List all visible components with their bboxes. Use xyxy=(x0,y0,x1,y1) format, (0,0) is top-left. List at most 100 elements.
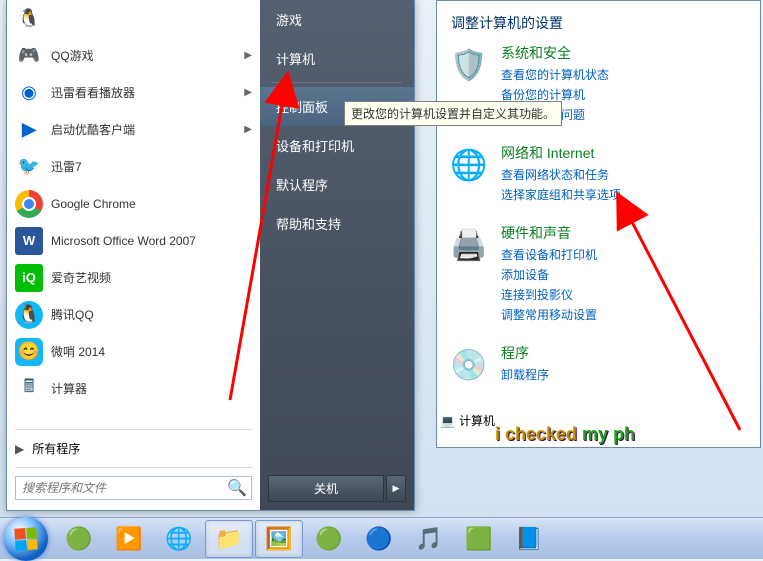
shutdown-row: 关机 ▶ xyxy=(260,467,414,510)
cp-link[interactable]: 卸载程序 xyxy=(501,365,750,385)
taskbar-item-explorer[interactable]: 📁 xyxy=(205,520,253,558)
submenu-arrow-icon: ▶ xyxy=(244,87,252,98)
search-row: 🔍 xyxy=(7,470,260,510)
app-label: Google Chrome xyxy=(51,197,252,211)
app-item-tencent-qq[interactable]: 🐧 腾讯QQ xyxy=(7,296,260,333)
cp-cat-text: 硬件和声音 查看设备和打印机 添加设备 连接到投影仪 调整常用移动设置 xyxy=(501,223,750,325)
divider xyxy=(15,429,252,430)
computer-icon: 💻 xyxy=(440,414,455,428)
word-icon: W xyxy=(15,227,43,255)
shield-icon: 🛡️ xyxy=(447,43,491,87)
triangle-icon: ▶ xyxy=(15,442,24,456)
app-item-word[interactable]: W Microsoft Office Word 2007 xyxy=(7,222,260,259)
taskbar-item-browser[interactable]: 🟢 xyxy=(305,520,353,558)
right-item-devices-printers[interactable]: 设备和打印机 xyxy=(260,126,414,165)
programs-icon: 💿 xyxy=(447,343,491,387)
taskbar-item-kugou[interactable]: 🎵 xyxy=(405,520,453,558)
cp-category-hardware-sound: 🖨️ 硬件和声音 查看设备和打印机 添加设备 连接到投影仪 调整常用移动设置 xyxy=(447,223,750,325)
xunlei7-icon: 🐦 xyxy=(15,153,43,181)
app-label: 迅雷看看播放器 xyxy=(51,84,244,101)
taskbar-item-app[interactable]: 📘 xyxy=(505,520,553,558)
separator xyxy=(272,82,402,83)
search-input[interactable] xyxy=(16,477,223,499)
taskbar-item-ie[interactable]: 🌐 xyxy=(155,520,203,558)
subtitle-overlay: i checked my ph xyxy=(495,424,635,445)
start-menu-left-pane: 🐧 🎮QQ游戏▶ ◉迅雷看看播放器▶ ▶启动优酷客户端▶ 🐦迅雷7 Google… xyxy=(7,0,260,510)
right-item-games[interactable]: 游戏 xyxy=(260,0,414,39)
app-label: QQ游戏 xyxy=(51,47,244,64)
cp-link[interactable]: 连接到投影仪 xyxy=(501,285,750,305)
app-label: 启动优酷客户端 xyxy=(51,121,244,138)
cp-link[interactable]: 查看设备和打印机 xyxy=(501,245,750,265)
app-item-xunlei-kankan[interactable]: ◉ 迅雷看看播放器▶ xyxy=(7,74,260,111)
taskbar-item-360[interactable]: 🟩 xyxy=(455,520,503,558)
right-item-default-programs[interactable]: 默认程序 xyxy=(260,165,414,204)
chrome-icon xyxy=(15,190,43,218)
app-item-qq[interactable]: 🐧 xyxy=(7,0,260,37)
cp-cat-title[interactable]: 系统和安全 xyxy=(501,43,750,63)
tooltip-control-panel: 更改您的计算机设置并自定义其功能。 xyxy=(344,101,562,126)
network-icon: 🌐 xyxy=(447,143,491,187)
app-label: 爱奇艺视频 xyxy=(51,269,252,286)
control-panel-window: 调整计算机的设置 🛡️ 系统和安全 查看您的计算机状态 备份您的计算机 查找并解… xyxy=(436,0,761,448)
subtitle-text-highlight: my ph xyxy=(582,424,635,444)
cp-category-network: 🌐 网络和 Internet 查看网络状态和任务 选择家庭组和共享选项 xyxy=(447,143,750,205)
shutdown-button[interactable]: 关机 xyxy=(268,475,384,502)
cp-link[interactable]: 选择家庭组和共享选项 xyxy=(501,185,750,205)
calculator-icon: 🖩 xyxy=(15,375,43,403)
cp-cat-title[interactable]: 程序 xyxy=(501,343,750,363)
submenu-arrow-icon: ▶ xyxy=(244,124,252,135)
breadcrumb-label: 计算机 xyxy=(459,412,495,429)
divider xyxy=(15,467,252,468)
windows-logo-icon xyxy=(14,527,37,550)
search-box: 🔍 xyxy=(15,476,252,500)
start-button[interactable] xyxy=(4,517,48,561)
cp-title: 调整计算机的设置 xyxy=(437,1,760,43)
app-label: 腾讯QQ xyxy=(51,306,252,323)
search-icon: 🔍 xyxy=(227,478,247,498)
app-item-qqgame[interactable]: 🎮QQ游戏▶ xyxy=(7,37,260,74)
cp-breadcrumb[interactable]: 💻 计算机 xyxy=(440,412,495,429)
taskbar: 🟢 ▶️ 🌐 📁 🖼️ 🟢 🔵 🎵 🟩 📘 xyxy=(0,517,763,559)
taskbar-item-image-viewer[interactable]: 🖼️ xyxy=(255,520,303,558)
subtitle-text: i checked xyxy=(495,424,582,444)
start-menu-right-pane: 游戏 计算机 控制面板 设备和打印机 默认程序 帮助和支持 关机 ▶ xyxy=(260,0,414,510)
app-item-xunlei7[interactable]: 🐦 迅雷7 xyxy=(7,148,260,185)
all-programs-label: 所有程序 xyxy=(32,440,80,457)
cp-link[interactable]: 调整常用移动设置 xyxy=(501,305,750,325)
search-button[interactable]: 🔍 xyxy=(223,477,251,499)
tencent-qq-icon: 🐧 xyxy=(15,301,43,329)
youku-icon: ▶ xyxy=(15,116,43,144)
cp-category-programs: 💿 程序 卸载程序 xyxy=(447,343,750,387)
taskbar-item-pinwheel[interactable]: 🟢 xyxy=(55,520,103,558)
shutdown-options-button[interactable]: ▶ xyxy=(386,475,406,502)
start-menu: 🐧 🎮QQ游戏▶ ◉迅雷看看播放器▶ ▶启动优酷客户端▶ 🐦迅雷7 Google… xyxy=(6,0,415,511)
weihou-icon: 😊 xyxy=(15,338,43,366)
taskbar-item-player[interactable]: ▶️ xyxy=(105,520,153,558)
app-item-chrome[interactable]: Google Chrome xyxy=(7,185,260,222)
cp-link[interactable]: 添加设备 xyxy=(501,265,750,285)
submenu-arrow-icon: ▶ xyxy=(244,50,252,61)
app-label: 迅雷7 xyxy=(51,158,252,175)
qq-icon: 🐧 xyxy=(15,5,43,33)
cp-cat-text: 程序 卸载程序 xyxy=(501,343,750,387)
cp-body: 🛡️ 系统和安全 查看您的计算机状态 备份您的计算机 查找并解决问题 🌐 网络和… xyxy=(437,43,760,387)
taskbar-item-baidu[interactable]: 🔵 xyxy=(355,520,403,558)
right-item-computer[interactable]: 计算机 xyxy=(260,39,414,78)
app-label: Microsoft Office Word 2007 xyxy=(51,234,252,248)
right-item-help-support[interactable]: 帮助和支持 xyxy=(260,204,414,243)
cp-cat-text: 网络和 Internet 查看网络状态和任务 选择家庭组和共享选项 xyxy=(501,143,750,205)
cp-cat-title[interactable]: 网络和 Internet xyxy=(501,143,750,163)
cp-link[interactable]: 查看网络状态和任务 xyxy=(501,165,750,185)
app-label: 微哨 2014 xyxy=(51,343,252,360)
app-item-iqiyi[interactable]: iQ爱奇艺视频 xyxy=(7,259,260,296)
app-item-youku[interactable]: ▶启动优酷客户端▶ xyxy=(7,111,260,148)
cp-link[interactable]: 查看您的计算机状态 xyxy=(501,65,750,85)
xunlei-kankan-icon: ◉ xyxy=(15,79,43,107)
printer-icon: 🖨️ xyxy=(447,223,491,267)
app-item-calculator[interactable]: 🖩计算器 xyxy=(7,370,260,407)
app-item-weihou[interactable]: 😊 微哨 2014 xyxy=(7,333,260,370)
all-programs-button[interactable]: ▶ 所有程序 xyxy=(7,432,260,465)
cp-cat-title[interactable]: 硬件和声音 xyxy=(501,223,750,243)
app-list: 🐧 🎮QQ游戏▶ ◉迅雷看看播放器▶ ▶启动优酷客户端▶ 🐦迅雷7 Google… xyxy=(7,0,260,427)
